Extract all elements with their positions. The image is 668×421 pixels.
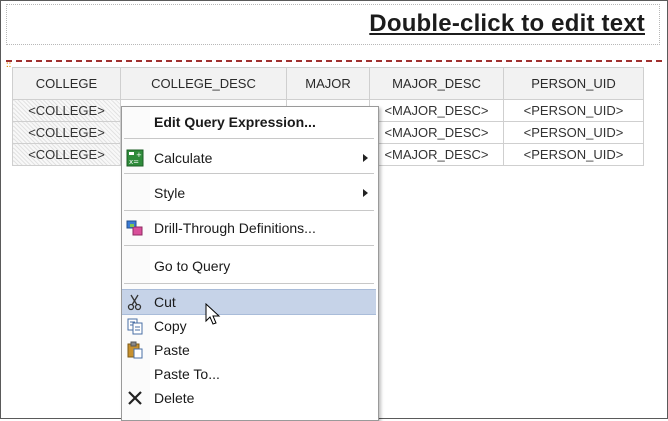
delete-x-icon [126,389,144,407]
submenu-arrow-icon [363,154,368,162]
menu-item-drill-through-definitions[interactable]: Drill-Through Definitions... [122,216,376,240]
mouse-pointer-icon [205,302,223,327]
list-drop-zone-border [6,60,662,62]
menu-item-label: Go to Query [154,258,231,274]
cell-college[interactable]: <COLLEGE> [12,143,121,166]
menu-item-label: Drill-Through Definitions... [154,220,316,236]
menu-item-label: Style [154,185,186,201]
menu-item-label: Copy [154,318,187,334]
menu-item-label: Paste [154,342,190,358]
menu-item-label: Paste To... [154,366,220,382]
context-menu: Edit Query Expression... + x= Calculate … [121,106,379,421]
container-handle-icon[interactable]: :: [6,61,11,69]
menu-separator [124,138,374,139]
menu-separator [124,173,374,174]
column-header-person-uid[interactable]: PERSON_UID [503,67,644,100]
column-header-college[interactable]: COLLEGE [12,67,121,100]
cell-major-desc[interactable]: <MAJOR_DESC> [369,143,504,166]
menu-item-calculate[interactable]: + x= Calculate [122,146,376,170]
menu-item-copy[interactable]: Copy [122,314,376,338]
menu-item-delete[interactable]: Delete [122,386,376,410]
cell-person-uid[interactable]: <PERSON_UID> [503,143,644,166]
column-header-major[interactable]: MAJOR [286,67,370,100]
menu-item-style[interactable]: Style [122,181,376,205]
svg-text:x=: x= [129,158,139,166]
submenu-arrow-icon [363,189,368,197]
cell-college[interactable]: <COLLEGE> [12,121,121,144]
menu-separator [124,245,374,246]
cell-major-desc[interactable]: <MAJOR_DESC> [369,121,504,144]
menu-item-label: Calculate [154,150,213,166]
menu-separator [124,210,374,211]
menu-item-label: Delete [154,390,195,406]
cell-person-uid[interactable]: <PERSON_UID> [503,99,644,122]
title-text-block[interactable]: Double-click to edit text [6,4,660,45]
report-title[interactable]: Double-click to edit text [369,10,645,38]
scissors-icon [126,293,144,311]
cell-person-uid[interactable]: <PERSON_UID> [503,121,644,144]
menu-item-edit-query-expression[interactable]: Edit Query Expression... [122,110,376,134]
menu-item-paste-to[interactable]: Paste To... [122,362,376,386]
copy-icon [126,317,144,335]
menu-item-label: Cut [154,294,176,310]
menu-item-cut[interactable]: Cut [122,289,376,315]
menu-item-go-to-query[interactable]: Go to Query [122,254,376,278]
menu-item-paste[interactable]: Paste [122,338,376,362]
list-header-row: COLLEGE COLLEGE_DESC MAJOR MAJOR_DESC PE… [12,67,644,100]
paste-icon [126,341,144,359]
drill-through-icon [126,219,144,237]
calculator-icon: + x= [126,149,144,167]
menu-separator [124,283,374,284]
menu-item-label: Edit Query Expression... [154,114,316,130]
column-header-college-desc[interactable]: COLLEGE_DESC [120,67,287,100]
column-header-major-desc[interactable]: MAJOR_DESC [369,67,504,100]
cell-college[interactable]: <COLLEGE> [12,99,121,122]
cell-major-desc[interactable]: <MAJOR_DESC> [369,99,504,122]
